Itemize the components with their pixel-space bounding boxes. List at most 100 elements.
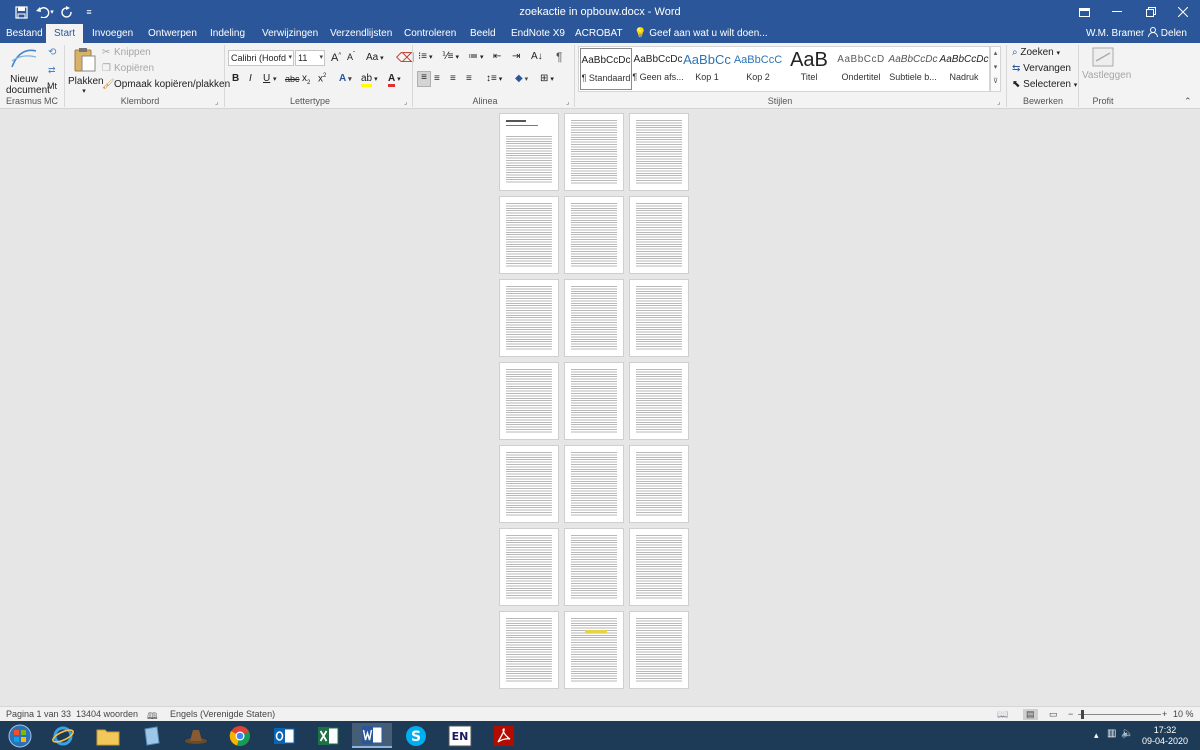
language[interactable]: Engels (Verenigde Staten) (170, 709, 275, 719)
page-thumbnail[interactable] (499, 528, 559, 606)
page-thumbnail[interactable] (564, 528, 624, 606)
font-color-icon[interactable]: A ▾ (388, 73, 401, 87)
grow-font-button[interactable]: A^ (331, 52, 341, 64)
more-styles-icon[interactable]: ⊽ (991, 75, 1000, 89)
select-dropdown-icon[interactable]: ▾ (1074, 82, 1078, 89)
shrink-font-button[interactable]: Aˇ (347, 52, 355, 62)
page-thumbnail[interactable] (499, 362, 559, 440)
link-icon[interactable]: ⇄ (48, 65, 56, 76)
increase-indent-icon[interactable]: ⇥ (512, 51, 520, 62)
restore-icon[interactable] (1140, 3, 1162, 21)
minimize-icon[interactable] (1106, 3, 1128, 21)
page-thumbnail[interactable] (499, 113, 559, 191)
mt-button[interactable]: Mt (47, 81, 57, 91)
highlight-icon[interactable]: ab ▾ (361, 73, 378, 87)
paste-button[interactable]: Plakken ▾ (68, 47, 104, 95)
tab-controleren[interactable]: Controleren (404, 24, 456, 43)
refresh-icon[interactable]: ⟲ (48, 47, 56, 58)
read-mode-icon[interactable]: 📖 (997, 709, 1008, 720)
tab-endnote[interactable]: EndNote X9 (511, 24, 565, 43)
style-ondertitel[interactable]: AaBbCcD Ondertitel (835, 48, 887, 90)
clipboard-launcher-icon[interactable]: ⌟ (215, 98, 218, 106)
tab-verzendlijsten[interactable]: Verzendlijsten (330, 24, 392, 43)
new-document-button[interactable]: Nieuw document (6, 47, 50, 96)
tab-acrobat[interactable]: ACROBAT (575, 24, 623, 43)
find-button[interactable]: ⌕ Zoeken ▾ (1012, 47, 1060, 58)
numbering-icon[interactable]: ⅟≡ ▾ (442, 51, 459, 62)
replace-button[interactable]: ⇆ Vervangen (1012, 63, 1071, 74)
volume-icon[interactable]: 🔈 (1121, 728, 1133, 739)
tell-me-box[interactable]: 💡 Geef aan wat u wilt doen... (634, 24, 768, 43)
app-icon[interactable] (132, 723, 172, 748)
style-standaard[interactable]: AaBbCcDc ¶ Standaard (580, 48, 632, 90)
outlook-icon[interactable] (264, 723, 304, 748)
tab-start[interactable]: Start (46, 24, 84, 43)
web-layout-icon[interactable]: ▭ (1049, 709, 1058, 720)
font-size-input[interactable]: 11 ▾ (295, 50, 325, 66)
styles-launcher-icon[interactable]: ⌟ (997, 98, 1000, 106)
acrobat-icon[interactable] (484, 723, 524, 748)
align-center-icon[interactable]: ≡ (434, 73, 440, 84)
underline-button[interactable]: U (263, 73, 270, 84)
tab-verwijzingen[interactable]: Verwijzingen (262, 24, 318, 43)
style-nadruk[interactable]: AaBbCcDc Nadruk (938, 48, 990, 90)
page-thumbnail[interactable] (629, 611, 689, 689)
start-icon[interactable] (0, 723, 40, 748)
close-icon[interactable] (1172, 3, 1194, 21)
page-thumbnail[interactable] (564, 362, 624, 440)
print-layout-icon[interactable]: ▤ (1023, 709, 1038, 720)
sort-icon[interactable]: A↓ (531, 51, 543, 62)
format-painter-button[interactable]: 🖌Opmaak kopiëren/plakken (102, 79, 230, 90)
page-thumbnail[interactable] (629, 279, 689, 357)
tab-invoegen[interactable]: Invoegen (92, 24, 133, 43)
font-name-input[interactable]: Calibri (Hoofd ▾ (228, 50, 294, 66)
styles-scroll[interactable]: ▴ ▾ ⊽ (990, 46, 1001, 92)
style-geen-afstand[interactable]: AaBbCcDc ¶ Geen afs... (632, 48, 684, 90)
italic-button[interactable]: I (249, 73, 252, 84)
page-thumbnail[interactable] (629, 113, 689, 191)
user-name[interactable]: W.M. Bramer (1086, 24, 1144, 43)
zoom-in-icon[interactable]: + (1162, 709, 1167, 719)
style-subtiele-benadrukking[interactable]: AaBbCcDc Subtiele b... (887, 48, 939, 90)
style-kop-2[interactable]: AaBbCcC Kop 2 (732, 48, 784, 90)
line-spacing-icon[interactable]: ↕≡ ▾ (486, 73, 502, 84)
zoom-slider-track[interactable] (1078, 714, 1161, 715)
page-thumbnail[interactable] (564, 611, 624, 689)
page-thumbnail[interactable] (629, 362, 689, 440)
tab-bestand[interactable]: Bestand (6, 24, 43, 43)
share-button[interactable]: Delen (1148, 24, 1187, 43)
network-icon[interactable]: ▥ (1107, 728, 1116, 739)
scroll-down-icon[interactable]: ▾ (991, 61, 1000, 75)
select-button[interactable]: ⬉ Selecteren ▾ (1012, 79, 1077, 90)
zoom-slider-thumb[interactable] (1081, 710, 1084, 719)
align-right-icon[interactable]: ≡ (450, 73, 456, 84)
ie-icon[interactable] (43, 723, 83, 748)
font-launcher-icon[interactable]: ⌟ (404, 98, 407, 106)
tray-arrow-icon[interactable]: ▴ (1094, 730, 1099, 741)
excel-icon[interactable] (308, 723, 348, 748)
cut-button[interactable]: ✂ Knippen (102, 47, 151, 58)
page-thumbnail[interactable] (499, 611, 559, 689)
justify-icon[interactable]: ≡ (466, 73, 472, 84)
page-thumbnail[interactable] (629, 528, 689, 606)
clock[interactable]: 17:32 09-04-2020 (1136, 725, 1194, 747)
copy-button[interactable]: ❐ Kopiëren (102, 63, 154, 74)
tab-indeling[interactable]: Indeling (210, 24, 245, 43)
document-area[interactable] (0, 110, 1200, 706)
endnote-icon[interactable]: EN (440, 723, 480, 748)
style-titel[interactable]: AaB Titel (783, 48, 835, 90)
page-thumbnail[interactable] (499, 279, 559, 357)
show-formatting-icon[interactable]: ¶ (556, 50, 562, 64)
zoom-out-icon[interactable]: − (1068, 709, 1073, 719)
find-dropdown-icon[interactable]: ▾ (1057, 50, 1061, 57)
style-kop-1[interactable]: AaBbCc Kop 1 (681, 48, 733, 90)
hat-app-icon[interactable] (176, 723, 216, 748)
ribbon-display-icon[interactable] (1073, 3, 1095, 21)
explorer-icon[interactable] (88, 723, 128, 748)
page-thumbnail[interactable] (499, 445, 559, 523)
multilevel-list-icon[interactable]: ≔ ▾ (468, 51, 483, 62)
tab-beeld[interactable]: Beeld (470, 24, 496, 43)
page-count[interactable]: Pagina 1 van 33 (6, 709, 71, 719)
bold-button[interactable]: B (232, 73, 239, 84)
vastleggen-button[interactable]: Vastleggen (1082, 47, 1131, 81)
